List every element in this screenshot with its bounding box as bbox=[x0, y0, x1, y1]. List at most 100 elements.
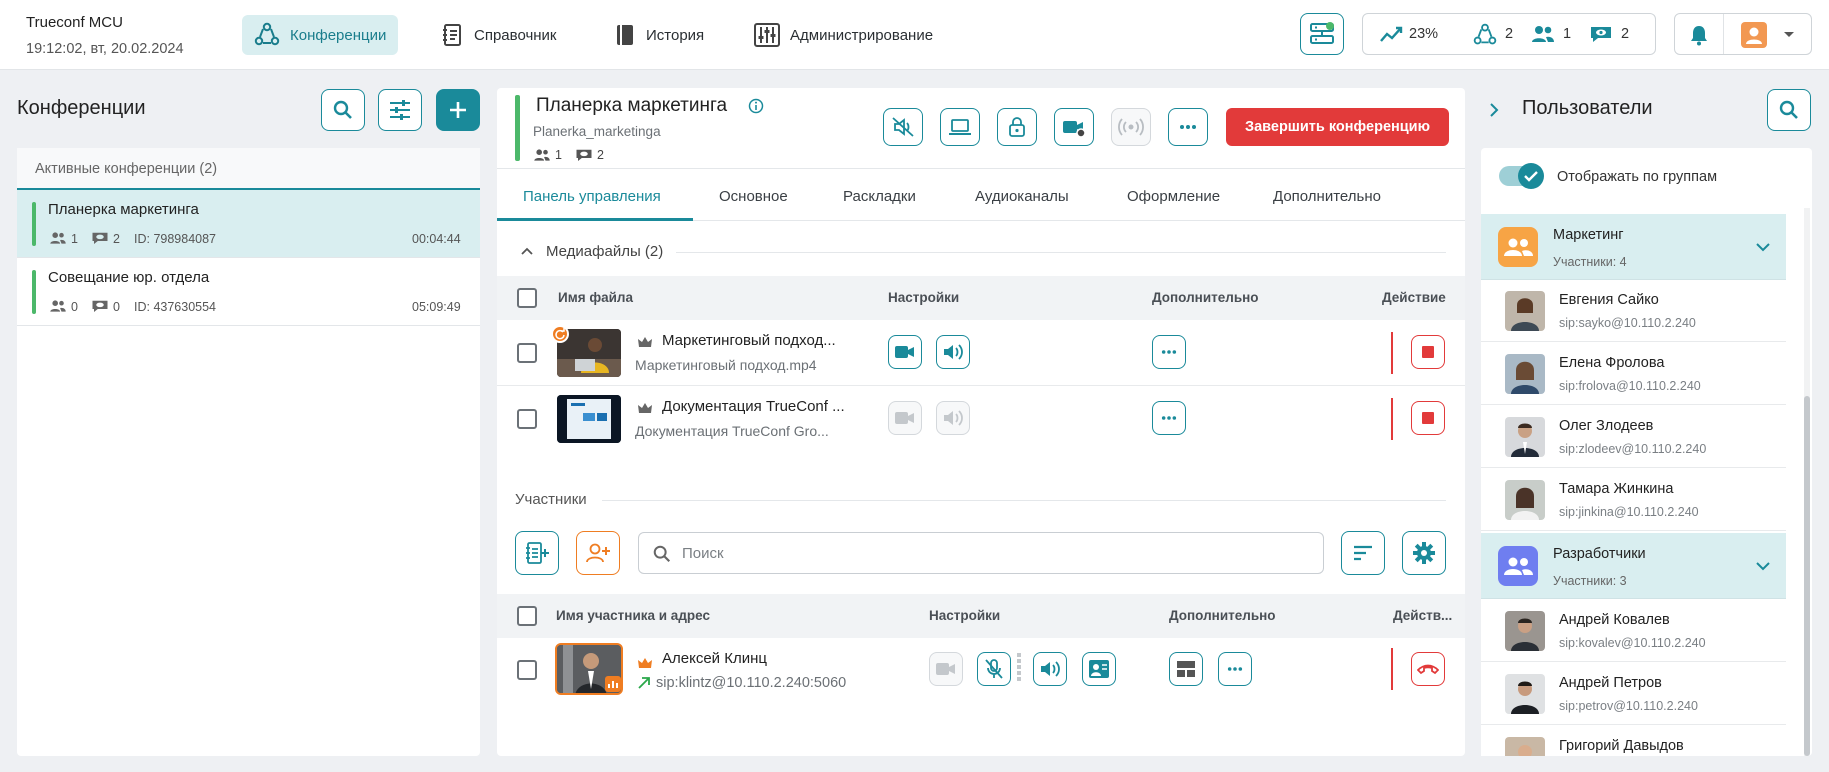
group-marketing[interactable]: Маркетинг Участники: 4 bbox=[1481, 214, 1786, 280]
more-dots-icon bbox=[1180, 125, 1196, 129]
column-additional: Дополнительно bbox=[1169, 608, 1276, 623]
stop-media-button[interactable] bbox=[1411, 335, 1445, 369]
user-item[interactable]: Андрей Петров sip:petrov@10.110.2.240 bbox=[1481, 663, 1786, 725]
participant-mic-button[interactable] bbox=[977, 652, 1011, 686]
add-from-directory-button[interactable] bbox=[515, 531, 559, 575]
document-thumbnail bbox=[557, 395, 621, 443]
select-all-participants-checkbox[interactable] bbox=[517, 606, 537, 626]
user-name: Андрей Петров bbox=[1559, 675, 1662, 691]
record-button[interactable] bbox=[1054, 108, 1094, 146]
tab-main[interactable]: Основное bbox=[719, 188, 788, 205]
participant-presenter-button[interactable] bbox=[1082, 652, 1116, 686]
media-video-button[interactable] bbox=[888, 401, 922, 435]
media-more-button[interactable] bbox=[1152, 401, 1186, 435]
mic-muted-icon bbox=[985, 659, 1003, 679]
conferences-icon bbox=[254, 22, 280, 46]
search-conferences-button[interactable] bbox=[321, 89, 365, 131]
nav-admin[interactable]: Администрирование bbox=[742, 15, 945, 55]
user-name: Евгения Сайко bbox=[1559, 292, 1659, 308]
outgoing-call-icon bbox=[638, 677, 650, 689]
group-developers[interactable]: Разработчики Участники: 3 bbox=[1481, 533, 1786, 599]
group-count: Участники: 4 bbox=[1553, 255, 1627, 269]
collapse-panel-chevron-icon[interactable] bbox=[1489, 102, 1499, 118]
broadcast-button[interactable] bbox=[1111, 108, 1151, 146]
camera-record-icon bbox=[1063, 121, 1086, 138]
status-bar bbox=[515, 95, 520, 161]
conferences-title: Конференции bbox=[17, 97, 146, 119]
hangup-button[interactable] bbox=[1411, 652, 1445, 686]
tab-control-panel[interactable]: Панель управления bbox=[523, 188, 661, 205]
tab-layouts[interactable]: Раскладки bbox=[843, 188, 916, 205]
lock-button[interactable] bbox=[997, 108, 1037, 146]
sort-button[interactable] bbox=[1341, 531, 1385, 575]
add-participant-button[interactable] bbox=[576, 531, 620, 575]
video-icon bbox=[936, 663, 955, 675]
row-checkbox[interactable] bbox=[517, 343, 537, 363]
divider bbox=[1391, 332, 1393, 374]
user-avatar bbox=[1505, 480, 1545, 520]
chevron-up-icon[interactable] bbox=[521, 247, 533, 255]
info-icon[interactable] bbox=[748, 98, 764, 114]
screen-share-button[interactable] bbox=[940, 108, 980, 146]
search-icon bbox=[653, 545, 671, 563]
end-conference-button[interactable]: Завершить конференцию bbox=[1226, 108, 1449, 146]
server-status-button[interactable] bbox=[1300, 13, 1344, 55]
mute-all-button[interactable] bbox=[883, 108, 923, 146]
scrollbar-thumb[interactable] bbox=[1804, 396, 1810, 756]
active-tab-indicator bbox=[497, 218, 693, 221]
chevron-down-icon[interactable] bbox=[1756, 562, 1770, 571]
media-more-button[interactable] bbox=[1152, 335, 1186, 369]
row-checkbox[interactable] bbox=[517, 409, 537, 429]
user-controls bbox=[1674, 13, 1812, 55]
user-item[interactable]: Олег Злодеев sip:zlodeev@10.110.2.240 bbox=[1481, 406, 1786, 468]
participant-search-field[interactable]: Поиск bbox=[638, 532, 1324, 574]
conference-item[interactable]: Планерка маркетинга 1 2 ID: 798984087 00… bbox=[17, 190, 480, 258]
user-item[interactable]: Елена Фролова sip:frolova@10.110.2.240 bbox=[1481, 343, 1786, 405]
column-settings: Настройки bbox=[929, 608, 1001, 623]
stop-media-button[interactable] bbox=[1411, 401, 1445, 435]
row-checkbox[interactable] bbox=[517, 660, 537, 680]
chevron-down-icon[interactable] bbox=[1783, 31, 1795, 39]
chevron-down-icon[interactable] bbox=[1756, 243, 1770, 252]
tab-design[interactable]: Оформление bbox=[1127, 188, 1220, 205]
participants-count: 1 bbox=[1563, 26, 1572, 42]
tab-additional[interactable]: Дополнительно bbox=[1273, 188, 1381, 205]
speaker-icon bbox=[1041, 661, 1060, 677]
media-filename: Маркетинговый подход.mp4 bbox=[635, 357, 817, 373]
more-dots-icon bbox=[1161, 350, 1177, 354]
participant-speaker-button[interactable] bbox=[1033, 652, 1067, 686]
server-icon bbox=[1310, 22, 1334, 44]
user-item[interactable]: Евгения Сайко sip:sayko@10.110.2.240 bbox=[1481, 280, 1786, 342]
select-all-checkbox[interactable] bbox=[517, 288, 537, 308]
conference-item[interactable]: Совещание юр. отдела 0 0 ID: 437630554 0… bbox=[17, 258, 480, 326]
tab-audio-channels[interactable]: Аудиоканалы bbox=[975, 188, 1069, 205]
conference-slug: Planerka_marketinga bbox=[533, 124, 661, 139]
participant-more-button[interactable] bbox=[1218, 652, 1252, 686]
participants-icon bbox=[50, 232, 66, 244]
media-audio-button[interactable] bbox=[936, 335, 970, 369]
nav-directory[interactable]: Справочник bbox=[428, 15, 569, 55]
media-video-button[interactable] bbox=[888, 335, 922, 369]
user-item[interactable]: Тамара Жинкина sip:jinkina@10.110.2.240 bbox=[1481, 469, 1786, 531]
participant-layout-button[interactable] bbox=[1169, 652, 1203, 686]
nav-conferences[interactable]: Конференции bbox=[242, 15, 399, 55]
stats-bar: 23% 2 1 2 bbox=[1362, 13, 1656, 55]
address-book-add-icon bbox=[526, 542, 549, 564]
filter-button[interactable] bbox=[378, 89, 422, 131]
speaker-icon bbox=[944, 344, 963, 360]
conference-id: ID: 437630554 bbox=[134, 300, 217, 314]
participant-video-button[interactable] bbox=[929, 652, 963, 686]
bell-icon[interactable] bbox=[1689, 24, 1709, 46]
add-conference-button[interactable] bbox=[436, 89, 480, 131]
user-item[interactable]: Григорий Давыдов bbox=[1481, 726, 1786, 756]
avatar[interactable] bbox=[1741, 22, 1767, 48]
user-item[interactable]: Андрей Ковалев sip:kovalev@10.110.2.240 bbox=[1481, 600, 1786, 662]
nav-history[interactable]: История bbox=[602, 15, 716, 55]
participants-icon bbox=[50, 300, 66, 312]
settings-button[interactable] bbox=[1402, 531, 1446, 575]
active-conferences-label: Активные конференции (2) bbox=[35, 161, 218, 177]
search-users-button[interactable] bbox=[1767, 89, 1811, 131]
media-audio-button[interactable] bbox=[936, 401, 970, 435]
nav-conferences-label: Конференции bbox=[290, 26, 387, 44]
more-button[interactable] bbox=[1168, 108, 1208, 146]
